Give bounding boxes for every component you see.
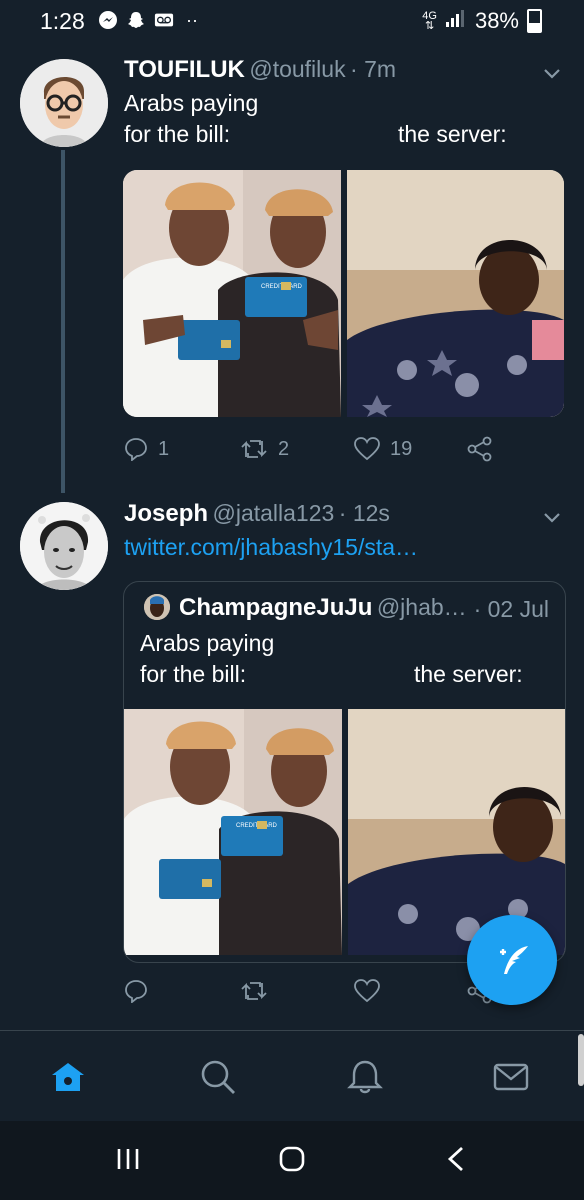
home-nav-icon	[279, 1146, 305, 1172]
bottom-tab-bar	[0, 1031, 584, 1121]
tab-search[interactable]	[198, 1057, 238, 1097]
like-button[interactable]	[354, 979, 467, 1003]
back-button[interactable]	[444, 1145, 468, 1178]
like-button[interactable]: 19	[354, 437, 467, 461]
tweet-actions: 1 2 19	[124, 436, 493, 462]
tweet-time: · 12s	[338, 500, 390, 526]
author-name[interactable]: Joseph	[124, 500, 208, 527]
media-image-left[interactable]: CREDIT CARD	[123, 170, 341, 417]
tweet-header: Joseph @jatalla123 · 12s	[124, 500, 390, 528]
media-image-right[interactable]	[347, 170, 564, 417]
like-icon	[354, 979, 380, 1003]
reply-icon	[125, 438, 147, 461]
author-handle[interactable]: @toufiluk	[249, 56, 345, 82]
home-nav-button[interactable]	[278, 1145, 306, 1178]
like-count: 19	[390, 437, 413, 460]
reply-button[interactable]: 1	[124, 437, 240, 461]
retweet-icon	[241, 982, 267, 1000]
tab-home[interactable]	[48, 1057, 88, 1097]
media-image-right[interactable]	[348, 709, 565, 955]
messages-icon	[493, 1063, 529, 1091]
retweet-button[interactable]	[240, 979, 354, 1003]
network-type: 4G ⇅	[422, 10, 437, 32]
avatar[interactable]	[20, 502, 108, 590]
reply-button[interactable]	[124, 979, 240, 1003]
recent-apps-button[interactable]	[115, 1145, 141, 1178]
chevron-down-icon[interactable]	[542, 64, 562, 84]
status-bar: 1:28 ·· 4G ⇅ 38%	[0, 0, 584, 44]
thread-line	[61, 150, 65, 493]
tweet-media[interactable]: CREDIT CARD	[123, 170, 564, 417]
quoted-text: Arabs paying for the bill: the server:	[140, 628, 523, 690]
quoted-header: ChampagneJuJu @jhab…	[179, 594, 467, 622]
notifications-icon	[347, 1060, 383, 1094]
tweet-actions	[124, 978, 493, 1004]
tweet-time: · 7m	[350, 56, 397, 82]
share-button[interactable]	[467, 436, 493, 462]
retweet-count: 2	[278, 437, 290, 460]
system-nav-bar	[0, 1121, 584, 1200]
home-icon	[52, 1063, 84, 1091]
tweet-text: Arabs paying for the bill: the server:	[124, 88, 507, 150]
reply-icon	[125, 980, 147, 1003]
tweet-text-left: for the bill:	[124, 121, 231, 147]
quoted-text-line: Arabs paying	[140, 630, 275, 656]
author-name[interactable]: TOUFILUK	[124, 56, 245, 83]
tweet-text-line: Arabs paying	[124, 90, 259, 116]
tab-messages[interactable]	[491, 1057, 531, 1097]
media-image-left[interactable]: CREDIT CARD	[124, 709, 342, 955]
card-label: CREDIT CARD	[236, 823, 278, 829]
more-notifications-icon: ··	[186, 9, 198, 30]
battery-percent: 38%	[474, 8, 519, 33]
retweet-button[interactable]: 2	[240, 437, 354, 461]
author-handle[interactable]: @jatalla123	[212, 500, 334, 526]
tweet-text-right: the server:	[398, 121, 507, 147]
quoted-date: · 02 Jul	[473, 596, 549, 622]
snapchat-icon	[126, 10, 146, 30]
status-time: 1:28	[40, 8, 85, 34]
messenger-icon	[98, 10, 118, 30]
tweet-text: twitter.com/jhabashy15/sta…	[124, 532, 418, 563]
quoted-text-left: for the bill:	[140, 661, 247, 687]
compose-icon	[500, 946, 528, 974]
quoted-tweet[interactable]: ChampagneJuJu @jhab… · 02 Jul Arabs payi…	[123, 581, 566, 963]
avatar[interactable]	[20, 59, 108, 147]
tweet-header: TOUFILUK @toufiluk · 7m	[124, 56, 396, 84]
voicemail-icon	[154, 10, 174, 30]
share-icon	[467, 436, 492, 462]
compose-button[interactable]	[467, 915, 557, 1005]
like-icon	[354, 437, 380, 461]
tweet[interactable]: TOUFILUK @toufiluk · 7m Arabs paying for…	[0, 44, 584, 494]
quoted-author-name[interactable]: ChampagneJuJu	[179, 594, 372, 621]
retweet-icon	[241, 440, 267, 458]
quoted-avatar[interactable]	[144, 594, 170, 620]
tweet-link[interactable]: twitter.com/jhabashy15/sta…	[124, 534, 418, 560]
search-icon	[201, 1060, 235, 1094]
recent-apps-icon	[117, 1149, 139, 1169]
reply-count: 1	[158, 437, 170, 460]
chevron-down-icon[interactable]	[542, 508, 562, 528]
quoted-text-right: the server:	[414, 661, 523, 687]
tab-notifications[interactable]	[345, 1057, 385, 1097]
scrollbar[interactable]	[578, 1034, 584, 1086]
back-icon	[447, 1146, 463, 1172]
quoted-author-handle[interactable]: @jhab…	[377, 594, 467, 620]
battery-icon	[527, 9, 542, 33]
signal-icon	[445, 8, 467, 34]
